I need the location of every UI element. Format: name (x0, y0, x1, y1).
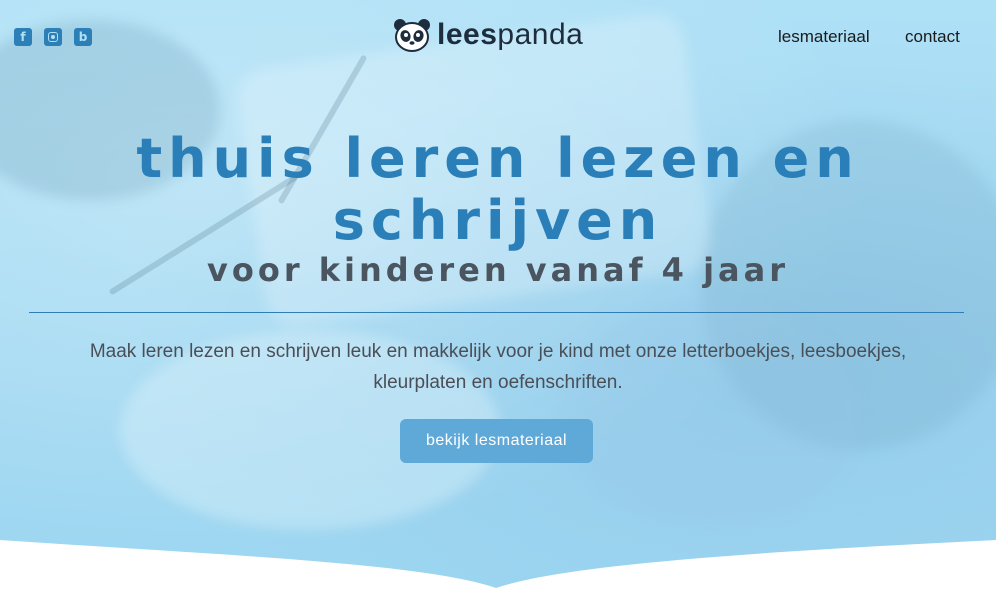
logo-text-bold: lees (437, 18, 498, 51)
blog-letter: b (78, 30, 88, 44)
view-materials-button[interactable]: bekijk lesmateriaal (400, 419, 593, 463)
hero-section: f b leespanda lesmateriaal contact thuis… (0, 0, 996, 602)
background-shape (560, 300, 860, 530)
instagram-icon[interactable] (44, 28, 62, 46)
facebook-letter: f (20, 30, 26, 44)
hero-intro: Maak leren lezen en schrijven leuk en ma… (89, 341, 907, 393)
nav-item-contact[interactable]: contact (905, 27, 960, 47)
hero-title: thuis leren lezen en schrijven (136, 127, 860, 252)
facebook-icon[interactable]: f (14, 28, 32, 46)
nav-item-lesmateriaal[interactable]: lesmateriaal (778, 27, 870, 47)
instagram-lens (51, 35, 55, 39)
blog-icon[interactable]: b (74, 28, 92, 46)
logo-text-regular: panda (497, 18, 584, 51)
hero-subtitle: voor kinderen vanaf 4 jaar (206, 251, 790, 289)
divider (29, 312, 964, 313)
panda-icon (394, 19, 430, 52)
wave-divider (0, 540, 996, 602)
logo-wordmark: leespanda (437, 18, 583, 52)
